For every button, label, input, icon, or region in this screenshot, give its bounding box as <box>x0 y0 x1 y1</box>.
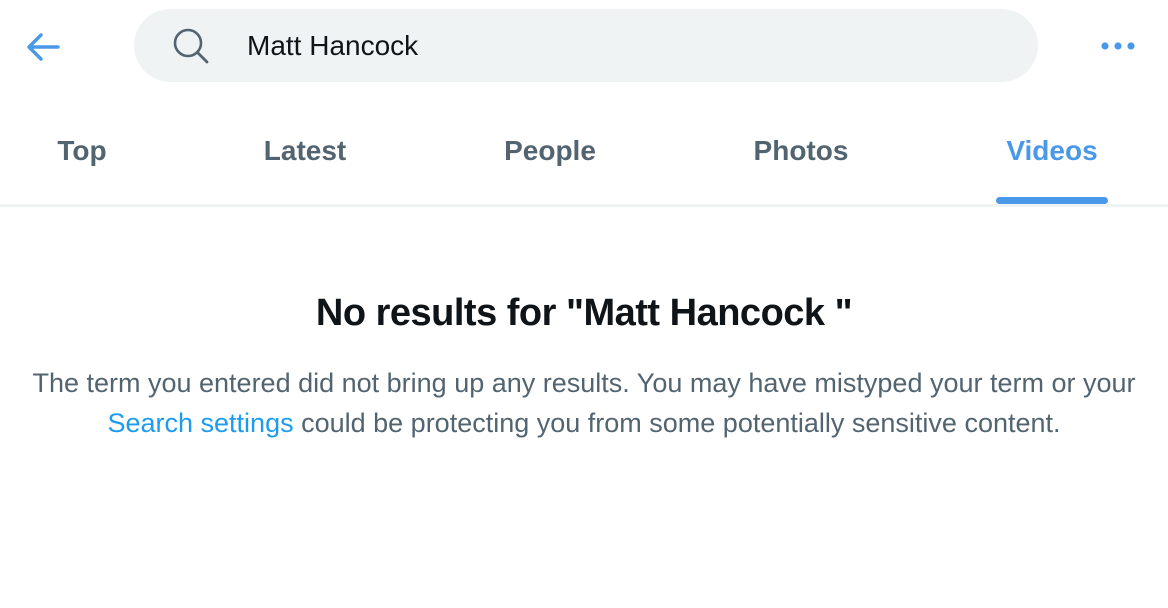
empty-state-title: No results for "Matt Hancock " <box>315 292 853 334</box>
tab-latest[interactable]: Latest <box>244 118 366 204</box>
tab-photos[interactable]: Photos <box>736 118 866 204</box>
search-box[interactable] <box>134 9 1038 82</box>
search-settings-link[interactable]: Search settings <box>107 408 293 438</box>
tab-label: Videos <box>1006 135 1098 166</box>
tab-label: Latest <box>263 135 347 166</box>
more-dots-icon <box>1101 42 1135 50</box>
tab-top[interactable]: Top <box>30 118 134 204</box>
tab-label: People <box>504 135 596 166</box>
tab-label: Photos <box>753 135 849 166</box>
back-button[interactable] <box>20 24 66 70</box>
empty-state: No results for "Matt Hancock " The term … <box>0 285 1168 443</box>
search-input[interactable] <box>247 9 1007 82</box>
active-tab-indicator <box>996 197 1108 204</box>
message-text: The term you entered did not bring up an… <box>32 368 1136 398</box>
tab-people[interactable]: People <box>488 118 612 204</box>
empty-state-message: The term you entered did not bring up an… <box>29 363 1139 443</box>
search-tabs: Top Latest People Photos Videos <box>0 118 1168 207</box>
search-icon <box>173 28 209 64</box>
message-text: could be protecting you from some potent… <box>293 408 1061 438</box>
tab-label: Top <box>57 135 107 166</box>
arrow-left-icon <box>27 33 60 61</box>
more-options-button[interactable] <box>1098 30 1138 62</box>
search-header <box>0 0 1168 92</box>
tab-videos[interactable]: Videos <box>996 118 1108 204</box>
